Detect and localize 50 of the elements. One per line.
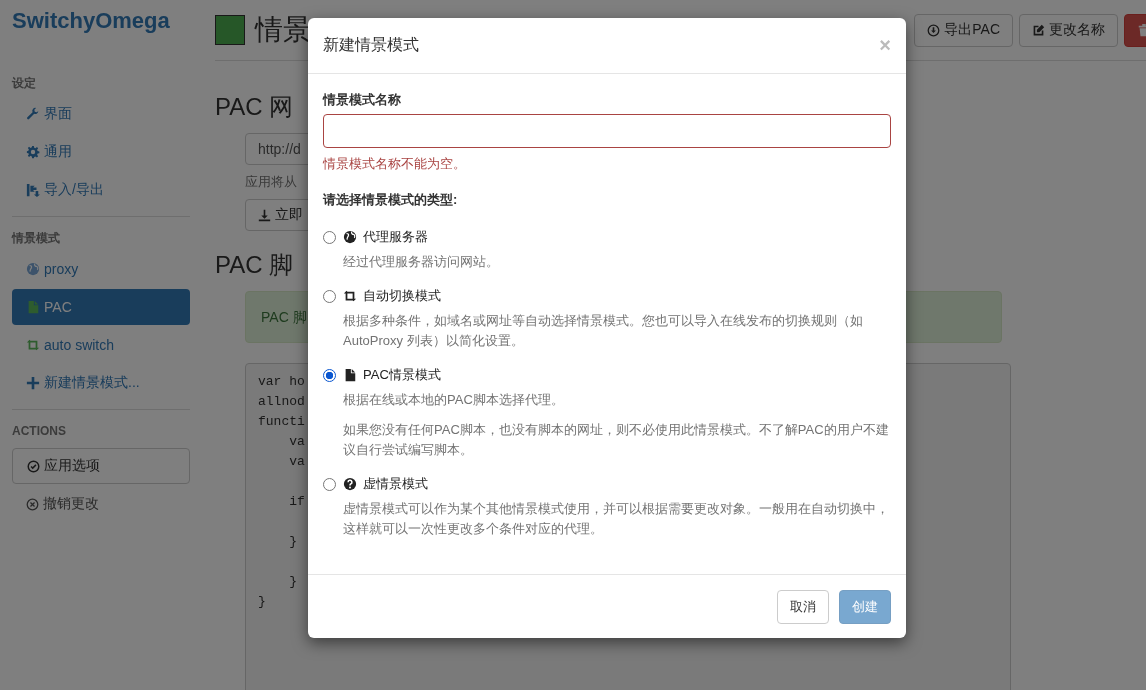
nav-item[interactable]: auto switch (12, 327, 190, 363)
section-title: PAC 网 (215, 92, 294, 122)
close-button[interactable]: × (879, 34, 891, 57)
option-description: 虚情景模式可以作为某个其他情景模式使用，并可以根据需要更改对象。一般用在自动切换中，这样就可以一次性更改多个条件对应的代理。 (343, 500, 890, 538)
field-label: 请选择情景模式的类型: (323, 191, 459, 209)
import-export-icon (26, 183, 40, 197)
section-heading: ACTIONS (12, 423, 67, 440)
header-button[interactable]: 导出PAC (914, 13, 1013, 47)
download-icon (258, 208, 271, 222)
option-label[interactable]: 代理服务器 (363, 228, 428, 246)
nav-item[interactable]: proxy (12, 251, 190, 287)
nav-item[interactable]: 导入/导出 (12, 172, 190, 208)
cancel-button[interactable]: 取消 (777, 589, 829, 624)
nav-item[interactable]: PAC (12, 289, 190, 325)
section-heading: 设定 (12, 75, 37, 92)
nav-item[interactable]: 界面 (12, 96, 190, 132)
profile-title: 情景 (255, 13, 311, 47)
file-icon (26, 300, 40, 314)
option-description: 经过代理服务器访问网站。 (343, 253, 500, 271)
download-icon (927, 23, 941, 37)
check-circle-icon (27, 459, 40, 473)
name-field[interactable] (323, 114, 891, 148)
profile-color-swatch[interactable] (215, 15, 245, 45)
option-description: 根据在线或本地的PAC脚本选择代理。 (343, 391, 565, 409)
section-heading: 情景模式 (12, 230, 61, 247)
dialog-title: 新建情景模式 (323, 35, 419, 55)
close-circle-icon (26, 497, 39, 511)
app-logo: SwitchyOmega (12, 7, 171, 35)
option-description: 如果您没有任何PAC脚本，也没有脚本的网址，则不必使用此情景模式。不了解PAC的用户不建议自行尝试编写脚本。 (343, 421, 890, 459)
help-text: 应用将从 (244, 173, 298, 191)
apply-options-button[interactable]: 应用选项 (12, 448, 190, 484)
header-button[interactable]: 更改名称 (1019, 13, 1118, 47)
question-icon (343, 477, 357, 491)
nav-item[interactable]: 通用 (12, 134, 190, 170)
section-title: PAC 脚 (215, 250, 294, 280)
discard-changes-link[interactable]: 撤销更改 (12, 486, 190, 522)
nav-item[interactable]: 新建情景模式... (12, 365, 190, 401)
gear-icon (26, 145, 40, 159)
option-label[interactable]: PAC情景模式 (363, 366, 441, 384)
code-text: var ho allnod functi va va if } } } (258, 373, 305, 611)
plus-icon (26, 376, 40, 390)
wrench-icon (26, 107, 40, 121)
globe-icon (343, 230, 357, 244)
file-icon (343, 368, 357, 382)
radio-button[interactable] (323, 368, 336, 382)
field-label: 情景模式名称 (323, 91, 402, 109)
error-message: 情景模式名称不能为空。 (323, 155, 467, 173)
globe-icon (26, 262, 40, 276)
edit-icon (1032, 23, 1045, 37)
option-label[interactable]: 虚情景模式 (363, 475, 428, 493)
